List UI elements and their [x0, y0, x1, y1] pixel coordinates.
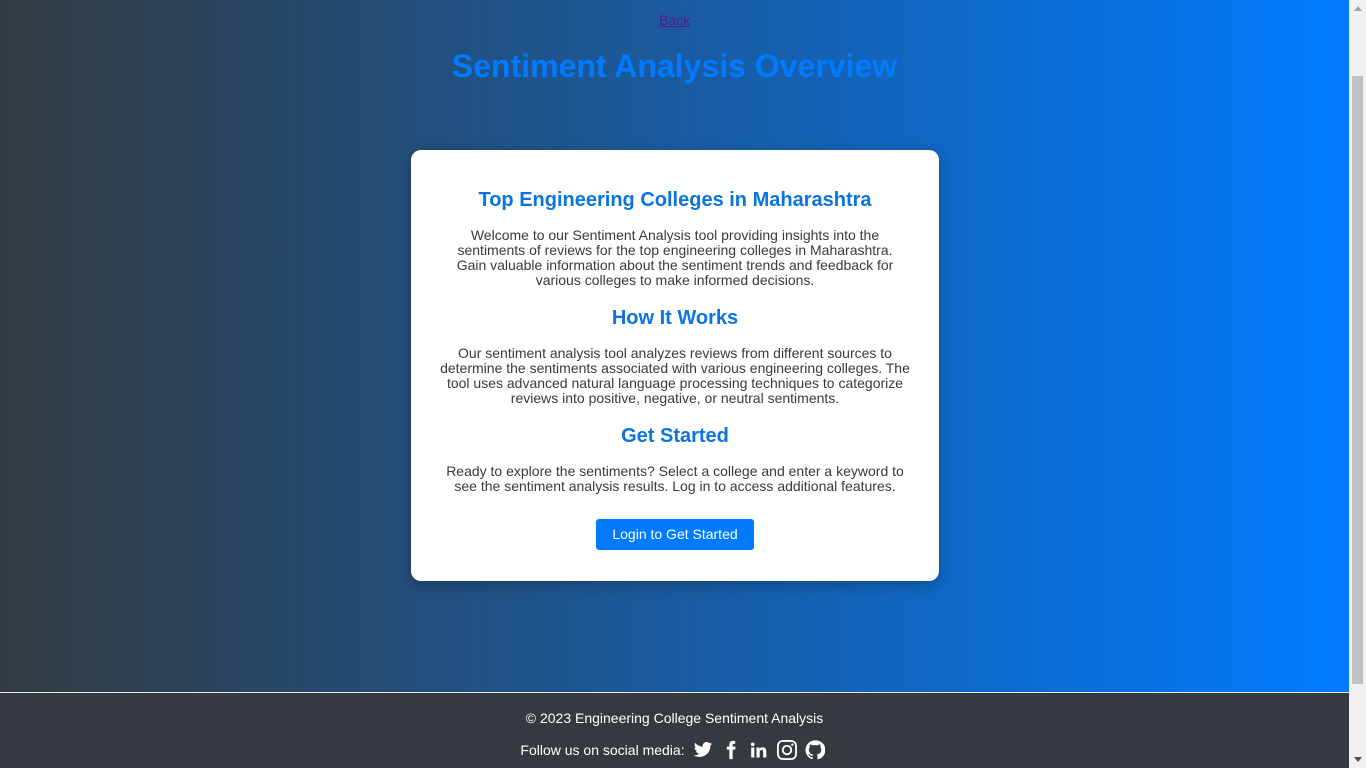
- instagram-icon[interactable]: [776, 739, 798, 761]
- section-heading-how-it-works: How It Works: [611, 307, 739, 329]
- facebook-icon[interactable]: [720, 739, 742, 761]
- page-title: Sentiment Analysis Overview: [451, 48, 898, 84]
- section-heading-colleges: Top Engineering Colleges in Maharashtra: [478, 189, 872, 211]
- section-heading-get-started: Get Started: [621, 425, 729, 447]
- vertical-scrollbar[interactable]: [1349, 0, 1366, 768]
- footer: © 2023 Engineering College Sentiment Ana…: [0, 692, 1349, 768]
- scroll-up-arrow-icon[interactable]: [1349, 0, 1366, 17]
- back-link[interactable]: Back: [659, 12, 690, 28]
- section-text-how-it-works: Our sentiment analysis tool analyzes rev…: [440, 345, 910, 406]
- linkedin-icon[interactable]: [748, 739, 770, 761]
- scrollbar-thumb[interactable]: [1352, 76, 1363, 684]
- social-links: Follow us on social media:: [0, 739, 1349, 761]
- hero-section: Back Sentiment Analysis Overview Top Eng…: [0, 0, 1349, 692]
- section-text-get-started: Ready to explore the sentiments? Select …: [446, 463, 904, 494]
- twitter-icon[interactable]: [692, 739, 714, 761]
- back-link-row: Back: [0, 12, 1349, 28]
- section-text-welcome: Welcome to our Sentiment Analysis tool p…: [456, 227, 894, 288]
- page-viewport: Back Sentiment Analysis Overview Top Eng…: [0, 0, 1349, 768]
- scroll-down-arrow-icon[interactable]: [1349, 751, 1366, 768]
- login-button[interactable]: Login to Get Started: [596, 519, 754, 550]
- social-label: Follow us on social media:: [520, 742, 685, 758]
- overview-card: Top Engineering Colleges in Maharashtra …: [411, 150, 939, 581]
- copyright-text: © 2023 Engineering College Sentiment Ana…: [525, 710, 824, 726]
- github-icon[interactable]: [804, 739, 826, 761]
